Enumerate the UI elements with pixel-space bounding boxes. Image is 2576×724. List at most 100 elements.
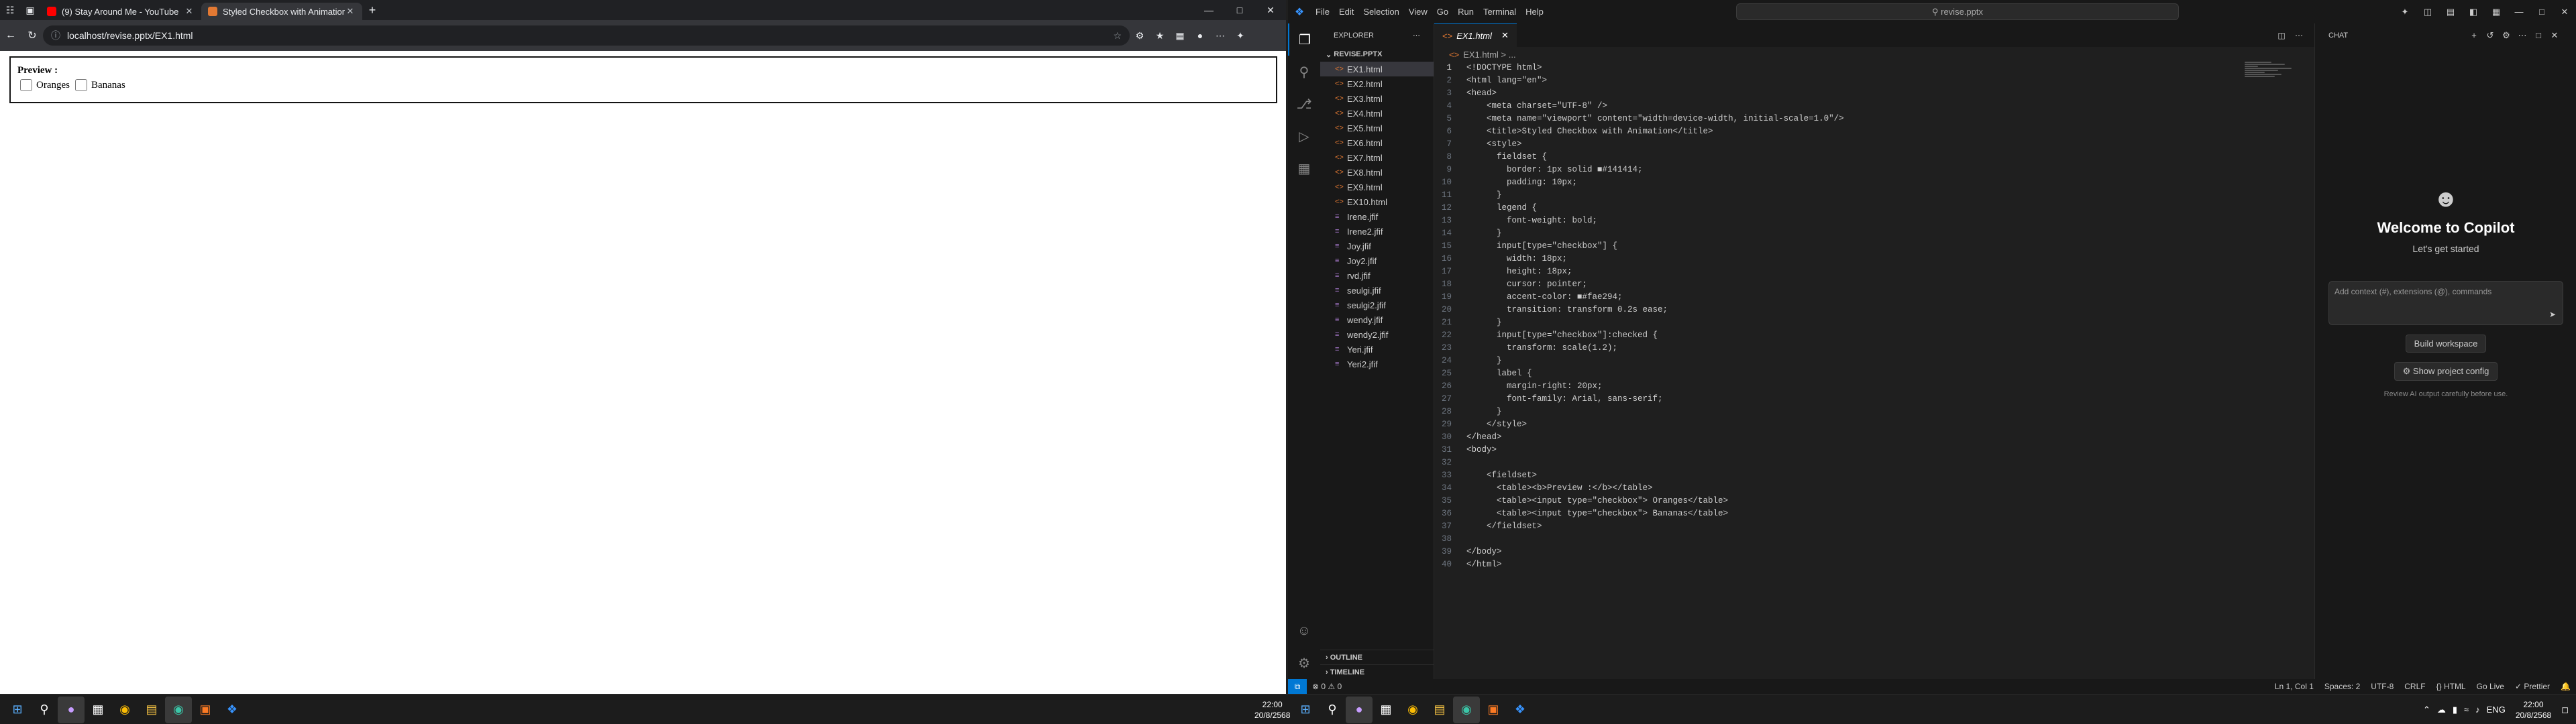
toggle-sidebar-icon[interactable]: ◫ [2416,7,2439,17]
timeline-section[interactable]: › TIMELINE [1320,664,1434,679]
more-actions-icon[interactable]: ⋯ [2514,30,2530,41]
remote-icon[interactable]: ⧉ [1288,679,1307,694]
profile-icon[interactable]: ● [1190,25,1210,46]
browser-tab-checkbox[interactable]: Styled Checkbox with Animation ✕ [201,3,362,20]
search-icon[interactable]: ⚲ [31,697,58,723]
show-config-button[interactable]: ⚙ Show project config [2394,362,2498,381]
browser-tab-youtube[interactable]: (9) Stay Around Me - YouTube ✕ [40,3,201,20]
file-item[interactable]: ≡ wendy2.jfif [1320,327,1434,342]
chat-input[interactable]: Add context (#), extensions (@), command… [2328,281,2563,325]
file-item[interactable]: ≡ Yeri.jfif [1320,342,1434,357]
file-item[interactable]: <> EX4.html [1320,106,1434,121]
minimize-icon[interactable]: — [2508,7,2530,17]
command-center[interactable]: ⚲ revise.pptx [1736,3,2179,20]
chrome-icon[interactable]: ◉ [1399,697,1426,723]
app-icon[interactable]: ● [1346,696,1373,723]
app-icon[interactable]: ● [58,696,85,723]
file-item[interactable]: <> EX2.html [1320,76,1434,91]
copilot-menu-icon[interactable]: ✦ [2394,7,2416,17]
extensions-icon[interactable]: ▦ [1288,152,1320,184]
chevron-up-icon[interactable]: ⌃ [2420,705,2434,715]
file-item[interactable]: <> EX3.html [1320,91,1434,106]
wifi-icon[interactable]: ≈ [2461,705,2472,715]
onedrive-icon[interactable]: ☁ [2434,705,2449,715]
search-icon[interactable]: ⚲ [1319,697,1346,723]
close-tab-icon[interactable]: ✕ [345,6,356,17]
indentation[interactable]: Spaces: 2 [2319,682,2365,691]
extensions-icon[interactable]: ⚙ [1130,25,1150,46]
new-tab-button[interactable]: + [362,3,382,17]
history-icon[interactable]: ↺ [2482,30,2498,41]
more-actions-icon[interactable]: ⋯ [1413,31,1420,40]
close-tab-icon[interactable]: ✕ [1501,30,1509,41]
folder-header[interactable]: ⌄ REVISE.PPTX [1320,47,1434,62]
menu-go[interactable]: Go [1432,7,1453,17]
notifications-icon[interactable]: ◻ [2558,705,2572,715]
menu-file[interactable]: File [1311,7,1334,17]
file-item[interactable]: <> EX1.html [1320,62,1434,76]
toggle-secondary-sidebar-icon[interactable]: ◧ [2462,7,2485,17]
battery-icon[interactable]: ▮ [2449,705,2461,715]
file-item[interactable]: <> EX5.html [1320,121,1434,135]
back-icon[interactable]: ← [0,25,21,46]
file-item[interactable]: ≡ Joy.jfif [1320,239,1434,253]
layout-icon[interactable]: ▦ [2485,7,2508,17]
close-icon[interactable]: ✕ [2546,30,2563,41]
language-mode[interactable]: {} HTML [2431,682,2471,691]
taskbar-clock[interactable]: 22:00 20/8/2568 [1248,699,1297,721]
file-item[interactable]: ≡ Irene2.jfif [1320,224,1434,239]
chrome-icon[interactable]: ◉ [111,697,138,723]
reload-icon[interactable]: ↻ [21,25,43,46]
maximize-icon[interactable]: □ [2530,30,2546,41]
account-icon[interactable]: ☺ [1288,615,1320,647]
split-editor-icon[interactable]: ◫ [2273,31,2290,40]
calendar-icon[interactable]: ▦ [85,697,111,723]
taskbar-clock[interactable]: 22:00 20/8/2568 [2509,699,2558,721]
more-actions-icon[interactable]: ⋯ [2290,31,2308,40]
encoding[interactable]: UTF-8 [2365,682,2399,691]
vscode-icon[interactable]: ❖ [219,697,246,723]
editor-tab-ex1[interactable]: <> EX1.html ✕ [1434,23,1517,47]
file-item[interactable]: <> EX8.html [1320,165,1434,180]
start-icon[interactable]: ⊞ [1292,697,1319,723]
file-item[interactable]: <> EX10.html [1320,194,1434,209]
toggle-panel-icon[interactable]: ▤ [2439,7,2462,17]
collections-icon[interactable]: ▦ [1170,25,1190,46]
calendar-icon[interactable]: ▦ [1373,697,1399,723]
oranges-checkbox[interactable] [20,79,32,91]
menu-view[interactable]: View [1404,7,1432,17]
close-tab-icon[interactable]: ✕ [184,6,195,17]
menu-edit[interactable]: Edit [1334,7,1358,17]
start-icon[interactable]: ⊞ [4,697,31,723]
file-item[interactable]: ≡ Joy2.jfif [1320,253,1434,268]
edge-icon[interactable]: ◉ [165,696,192,723]
send-icon[interactable]: ➤ [2549,310,2556,319]
build-workspace-button[interactable]: Build workspace [2405,335,2487,353]
explorer-icon[interactable]: ❐ [1288,23,1320,56]
settings-gear-icon[interactable]: ⚙ [2498,30,2514,41]
file-item[interactable]: ≡ seulgi2.jfif [1320,298,1434,312]
file-item[interactable]: ≡ seulgi.jfif [1320,283,1434,298]
go-live-button[interactable]: Go Live [2471,682,2510,691]
file-item[interactable]: ≡ Irene.jfif [1320,209,1434,224]
minimap[interactable] [2245,62,2305,102]
maximize-icon[interactable]: □ [2530,7,2553,17]
xampp-icon[interactable]: ▣ [1480,697,1507,723]
menu-selection[interactable]: Selection [1358,7,1403,17]
file-item[interactable]: ≡ wendy.jfif [1320,312,1434,327]
outline-section[interactable]: › OUTLINE [1320,650,1434,664]
language-indicator[interactable]: ENG [2483,705,2509,715]
breadcrumb[interactable]: <> EX1.html > ... [1434,47,2314,62]
file-item[interactable]: <> EX7.html [1320,150,1434,165]
volume-icon[interactable]: ♪ [2472,705,2483,715]
file-item[interactable]: ≡ Yeri2.jfif [1320,357,1434,371]
menu-run[interactable]: Run [1453,7,1479,17]
file-explorer-icon[interactable]: ▤ [1426,697,1453,723]
source-control-icon[interactable]: ⎇ [1288,88,1320,120]
copilot-icon[interactable]: ✦ [1230,25,1250,46]
browser-menu-icon[interactable]: ☷ [0,0,20,20]
problems-count[interactable]: ⊗ 0 ⚠ 0 [1307,682,1347,691]
close-icon[interactable]: ✕ [1255,0,1286,20]
edge-icon[interactable]: ◉ [1453,696,1480,723]
settings-gear-icon[interactable]: ⚙ [1288,647,1320,679]
